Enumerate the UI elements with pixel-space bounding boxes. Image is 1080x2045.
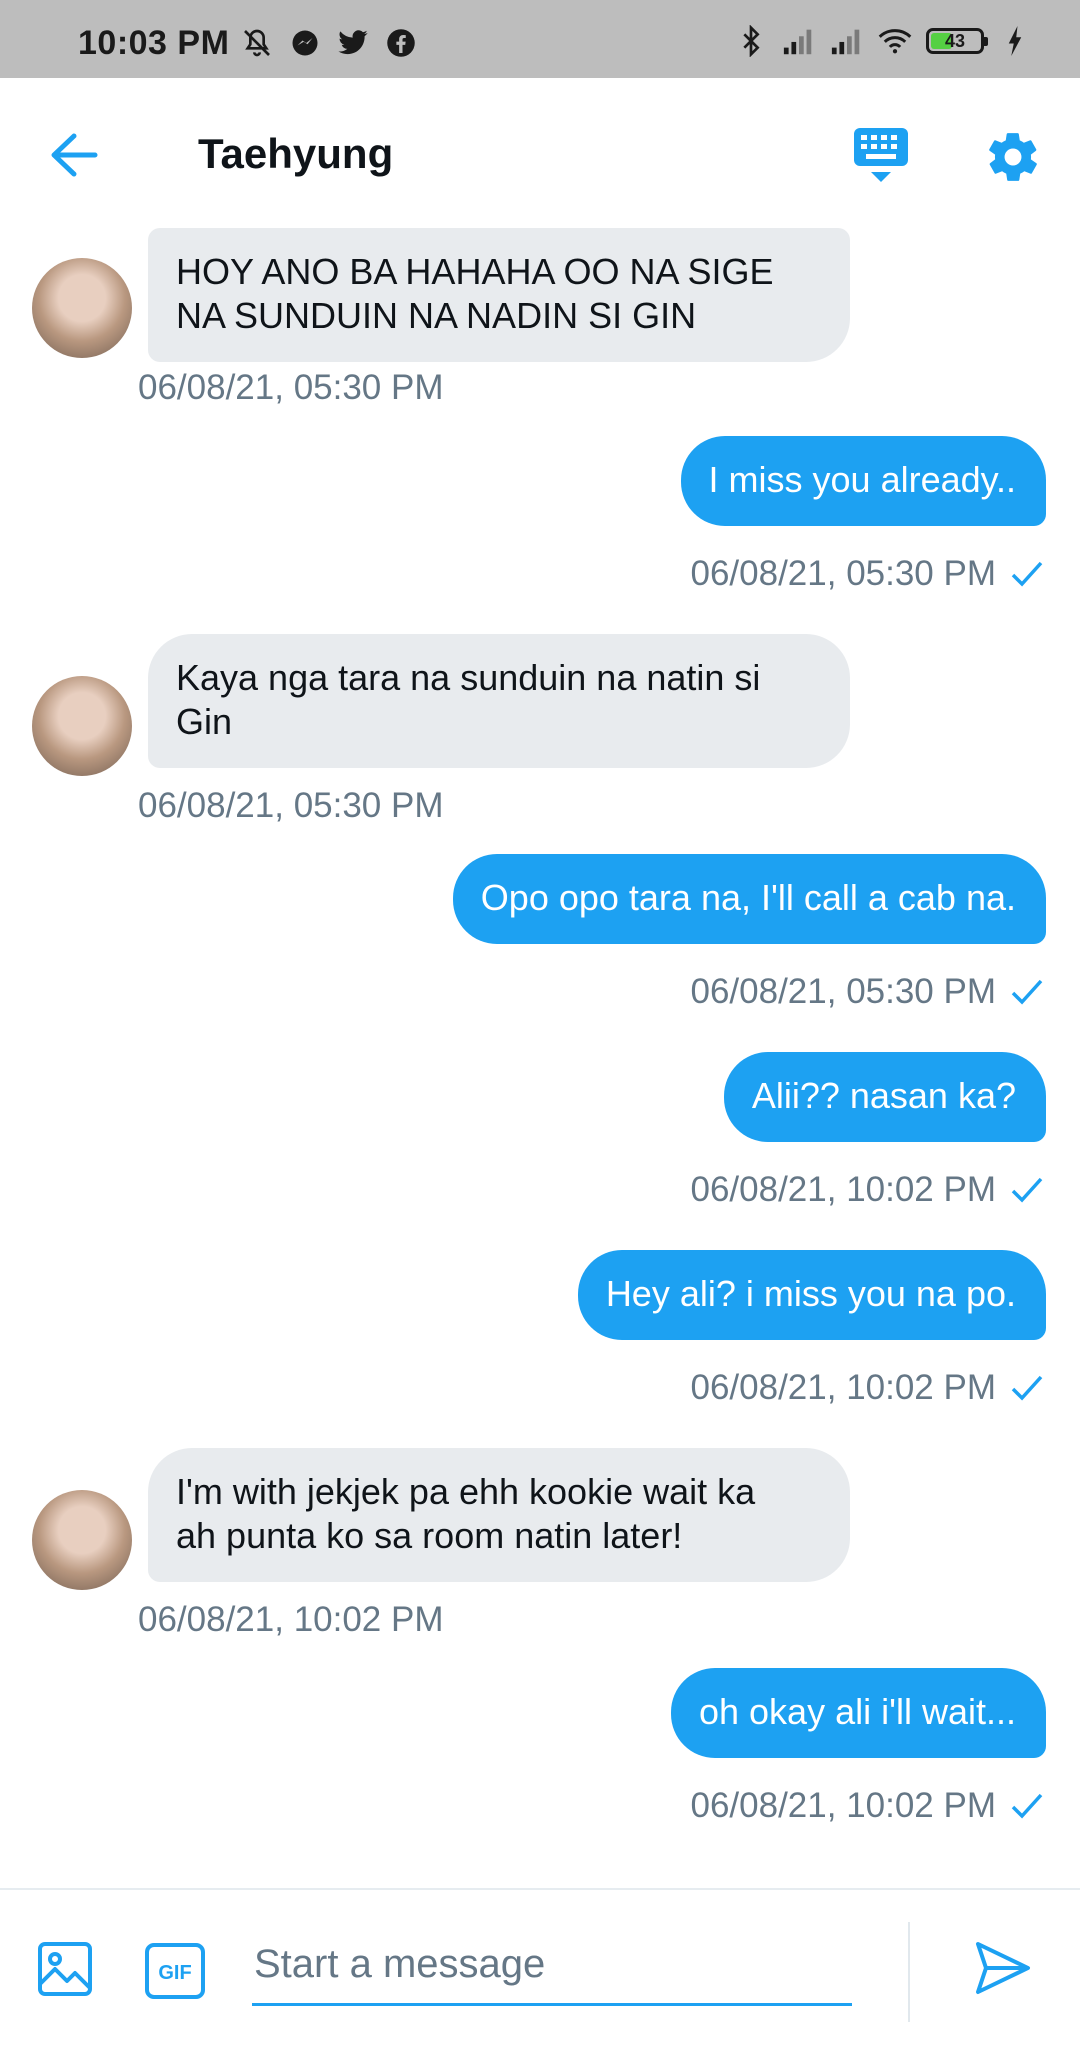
message-bubble[interactable]: I'm with jekjek pa ehh kookie wait ka ah…: [148, 1448, 850, 1582]
message-timestamp: 06/08/21, 05:30 PM: [690, 972, 997, 1011]
composer-divider: [908, 1922, 910, 2022]
twitter-icon: [336, 28, 370, 58]
system-icons: 43: [734, 25, 1032, 57]
send-icon: [976, 1942, 1030, 1994]
keyboard-icon: [854, 128, 908, 182]
avatar[interactable]: [32, 1490, 132, 1590]
battery-level: 43: [944, 30, 966, 51]
arrow-left-icon: [51, 133, 98, 177]
battery-icon: 43: [926, 28, 988, 54]
message-bubble[interactable]: Hey ali? i miss you na po.: [577, 1250, 1046, 1340]
back-button[interactable]: [46, 130, 106, 180]
image-icon: [38, 1942, 92, 1996]
message-timestamp-row: 06/08/21, 10:02 PM: [691, 1786, 1045, 1826]
sent-check-icon: [1011, 1375, 1043, 1401]
message-timestamp: 06/08/21, 05:30 PM: [690, 554, 997, 593]
signal-icon: [782, 26, 816, 56]
message-bubble[interactable]: Alii?? nasan ka?: [723, 1052, 1046, 1142]
status-bar: 10:03 PM 43: [0, 0, 1080, 78]
message-timestamp: 06/08/21, 10:02 PM: [690, 1786, 997, 1825]
signal-icon: [830, 26, 864, 56]
avatar[interactable]: [32, 258, 132, 358]
sent-check-icon: [1011, 1177, 1043, 1203]
message-bubble[interactable]: HOY ANO BA HAHAHA OO NA SIGE NA SUNDUIN …: [148, 228, 850, 362]
message-composer: GIF: [0, 1888, 1080, 2045]
message-bubble[interactable]: Opo opo tara na, I'll call a cab na.: [452, 854, 1046, 944]
keyboard-button[interactable]: [852, 126, 912, 186]
add-gif-button[interactable]: GIF: [144, 1942, 206, 2000]
sent-check-icon: [1011, 561, 1043, 587]
sent-check-icon: [1011, 1793, 1043, 1819]
message-timestamp: 06/08/21, 10:02 PM: [138, 1600, 444, 1639]
gif-icon: GIF: [145, 1943, 205, 1999]
add-image-button[interactable]: [36, 1940, 96, 2000]
facebook-icon: [384, 28, 418, 58]
message-list[interactable]: HOY ANO BA HAHAHA OO NA SIGE NA SUNDUIN …: [0, 228, 1080, 1888]
message-timestamp: 06/08/21, 05:30 PM: [138, 368, 444, 407]
bluetooth-icon: [734, 25, 768, 57]
message-input[interactable]: [252, 1926, 852, 2006]
status-time: 10:03 PM: [78, 24, 230, 62]
message-timestamp: 06/08/21, 10:02 PM: [690, 1170, 997, 1209]
message-timestamp: 06/08/21, 10:02 PM: [690, 1368, 997, 1407]
message-bubble[interactable]: oh okay ali i'll wait...: [670, 1668, 1046, 1758]
mute-icon: [240, 28, 274, 58]
conversation-title[interactable]: Taehyung: [198, 130, 393, 178]
message-timestamp-row: 06/08/21, 05:30 PM: [691, 972, 1045, 1012]
message-timestamp-row: 06/08/21, 10:02 PM: [691, 1368, 1045, 1408]
notification-icons: [240, 28, 418, 58]
conversation-header: Taehyung: [0, 78, 1080, 228]
gif-label: GIF: [158, 1962, 191, 1984]
message-timestamp-row: 06/08/21, 05:30 PM: [691, 554, 1045, 594]
charging-icon: [998, 26, 1032, 56]
messenger-icon: [288, 28, 322, 58]
message-timestamp: 06/08/21, 05:30 PM: [138, 786, 444, 825]
message-bubble[interactable]: Kaya nga tara na sunduin na natin si Gin: [148, 634, 850, 768]
wifi-icon: [878, 26, 912, 56]
send-button[interactable]: [972, 1938, 1034, 2000]
message-timestamp-row: 06/08/21, 10:02 PM: [691, 1170, 1045, 1210]
message-bubble[interactable]: I miss you already..: [680, 436, 1046, 526]
sent-check-icon: [1011, 979, 1043, 1005]
gear-icon: [989, 133, 1037, 181]
avatar[interactable]: [32, 676, 132, 776]
settings-button[interactable]: [984, 128, 1042, 186]
